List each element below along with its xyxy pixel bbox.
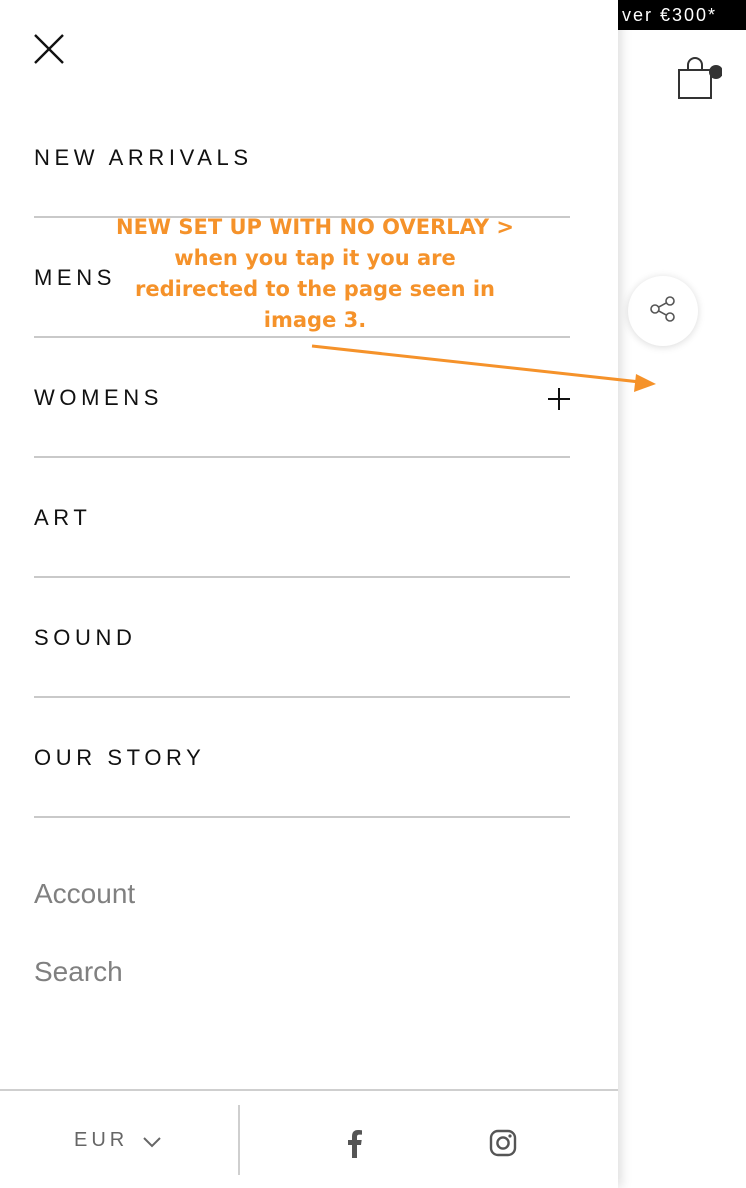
close-icon[interactable] xyxy=(32,32,66,66)
promo-banner: ver €300* xyxy=(618,0,746,30)
footer-divider xyxy=(238,1105,240,1175)
plus-icon[interactable] xyxy=(548,388,570,410)
search-link[interactable]: Search xyxy=(34,956,123,988)
menu-item-art[interactable]: ART xyxy=(34,458,570,578)
currency-label: EUR xyxy=(74,1129,129,1151)
menu-item-womens[interactable]: WOMENS xyxy=(34,338,570,458)
menu-item-label: SOUND xyxy=(34,625,137,650)
nav-drawer: NEW ARRIVALS MENS WOMENS ART SOUND OUR S… xyxy=(0,0,618,1188)
menu-item-sound[interactable]: SOUND xyxy=(34,578,570,698)
menu-item-label: ART xyxy=(34,505,92,530)
chevron-down-icon xyxy=(142,1135,162,1147)
cart-icon[interactable] xyxy=(674,56,723,102)
account-link[interactable]: Account xyxy=(34,878,135,910)
annotation-note: NEW SET UP WITH NO OVERLAY > when you ta… xyxy=(90,212,540,336)
share-icon xyxy=(648,294,678,329)
instagram-icon[interactable] xyxy=(489,1129,517,1157)
share-button[interactable] xyxy=(628,276,698,346)
menu-item-our-story[interactable]: OUR STORY xyxy=(34,698,570,818)
menu-item-label: OUR STORY xyxy=(34,745,206,770)
annotation-line: image 3. xyxy=(263,308,367,332)
menu-item-label: WOMENS xyxy=(34,385,164,410)
menu-item-new-arrivals[interactable]: NEW ARRIVALS xyxy=(34,98,570,218)
currency-selector[interactable]: EUR xyxy=(74,1129,162,1152)
annotation-line: when you tap it you are xyxy=(174,246,456,270)
annotation-line: redirected to the page seen in xyxy=(134,277,495,301)
annotation-line: NEW SET UP WITH NO OVERLAY > xyxy=(116,215,514,239)
facebook-icon[interactable] xyxy=(342,1128,366,1158)
drawer-footer: EUR xyxy=(0,1089,618,1188)
menu-item-label: NEW ARRIVALS xyxy=(34,145,253,170)
